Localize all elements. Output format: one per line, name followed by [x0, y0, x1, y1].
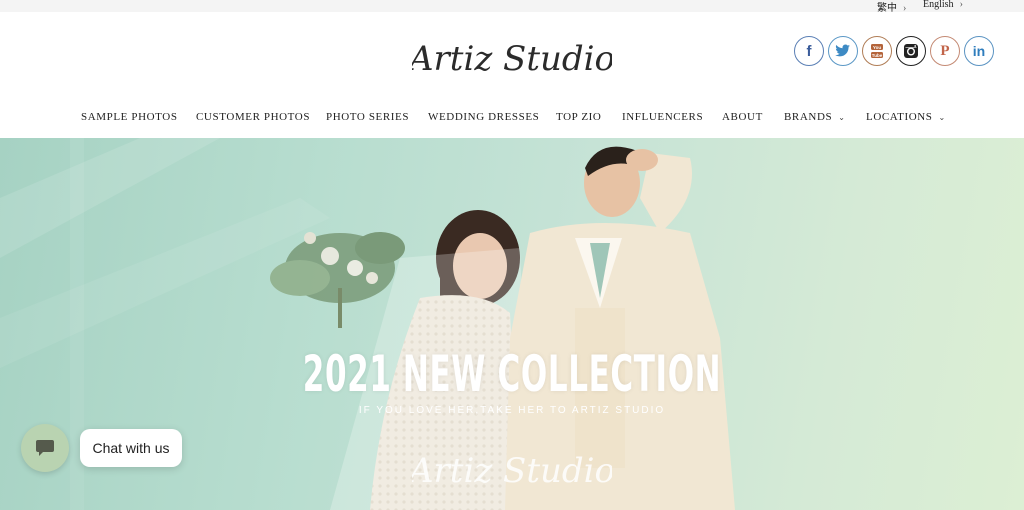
- lang-en-link[interactable]: English ›: [923, 0, 963, 10]
- chat-button[interactable]: [21, 424, 69, 472]
- nav-brands[interactable]: BRANDS ⌄: [784, 111, 846, 123]
- nav-customer-photos[interactable]: CUSTOMER PHOTOS: [196, 111, 310, 123]
- linkedin-icon[interactable]: in: [964, 36, 994, 66]
- chat-bubble-icon: [36, 440, 54, 456]
- chat-with-us-label[interactable]: Chat with us: [80, 429, 182, 467]
- hero-watermark-logo: Artiz Studio: [412, 451, 612, 491]
- top-language-bar: 繁中 › English ›: [0, 0, 1024, 14]
- lang-en-label: English: [923, 0, 954, 10]
- svg-text:Tube: Tube: [872, 53, 883, 58]
- svg-text:You: You: [873, 45, 881, 50]
- pinterest-icon[interactable]: P: [930, 36, 960, 66]
- nav-locations-label: LOCATIONS: [866, 111, 933, 123]
- youtube-icon[interactable]: You Tube: [862, 36, 892, 66]
- nav-sample-photos[interactable]: SAMPLE PHOTOS: [81, 111, 178, 123]
- nav-brands-label: BRANDS: [784, 111, 833, 123]
- chevron-right-icon: ›: [903, 3, 907, 14]
- svg-text:Artiz Studio: Artiz Studio: [412, 451, 612, 491]
- social-links: f You Tube P in: [794, 36, 994, 66]
- nav-wedding-dresses[interactable]: WEDDING DRESSES: [428, 111, 539, 123]
- nav-top-zio[interactable]: TOP ZIO: [556, 111, 601, 123]
- facebook-icon[interactable]: f: [794, 36, 824, 66]
- main-navigation: SAMPLE PHOTOS CUSTOMER PHOTOS PHOTO SERI…: [0, 111, 1024, 125]
- nav-influencers[interactable]: INFLUENCERS: [622, 111, 703, 123]
- artiz-studio-logo: Artiz Studio: [406, 39, 615, 79]
- chevron-down-icon: ⌄: [938, 113, 946, 122]
- nav-about[interactable]: ABOUT: [722, 111, 763, 123]
- svg-text:Artiz Studio: Artiz Studio: [412, 39, 612, 79]
- hero-subtitle: IF YOU LOVE HER,TAKE HER TO ARTIZ STUDIO: [358, 405, 666, 416]
- nav-photo-series[interactable]: PHOTO SERIES: [326, 111, 409, 123]
- lang-zh-link[interactable]: 繁中 ›: [877, 0, 906, 14]
- twitter-icon[interactable]: [828, 36, 858, 66]
- chevron-right-icon: ›: [959, 0, 963, 10]
- nav-locations[interactable]: LOCATIONS ⌄: [866, 111, 946, 123]
- chevron-down-icon: ⌄: [838, 113, 846, 122]
- lang-zh-label: 繁中: [877, 3, 897, 14]
- instagram-icon[interactable]: [896, 36, 926, 66]
- hero-title: 2021 NEW COLLECTION: [302, 345, 722, 403]
